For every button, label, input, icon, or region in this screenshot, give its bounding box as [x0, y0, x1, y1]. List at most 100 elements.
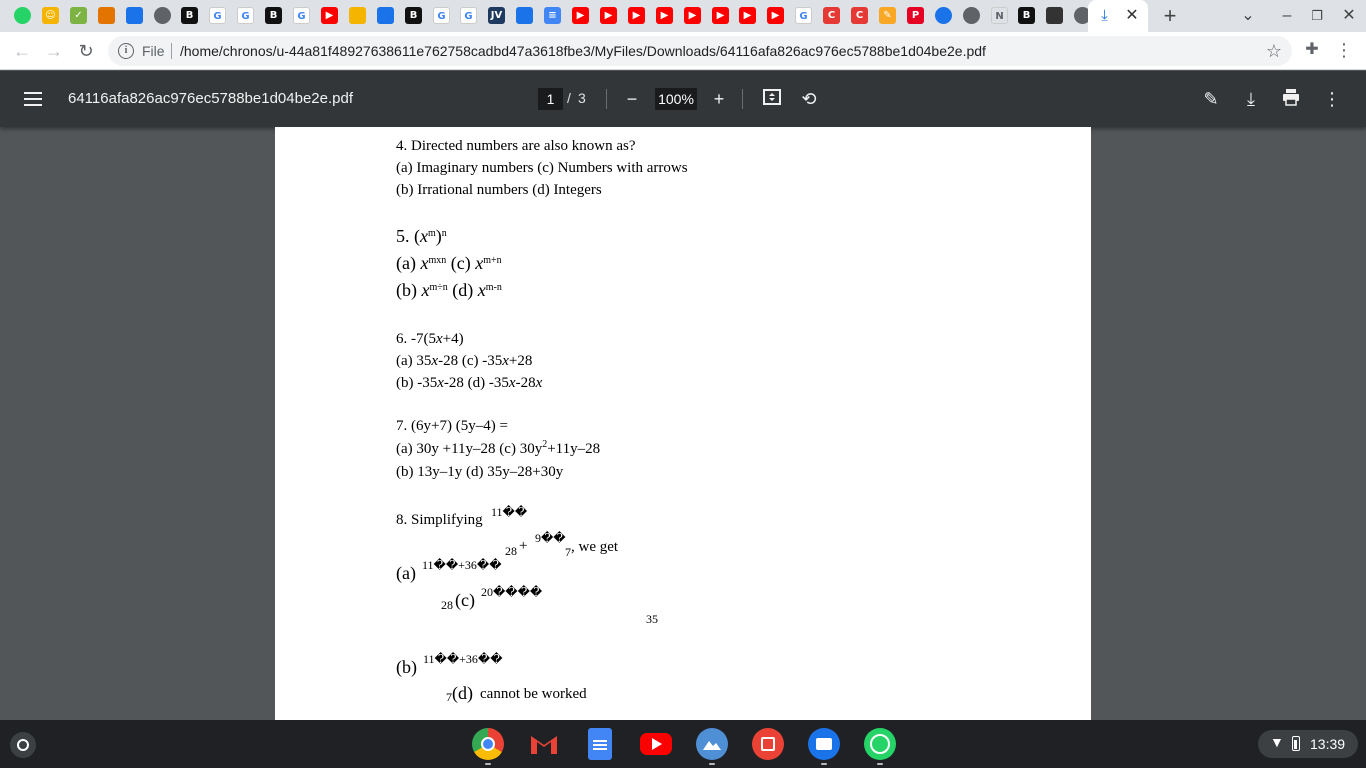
question-8-option-d-label: (d)	[452, 683, 473, 703]
jv-icon[interactable]: JV	[488, 7, 505, 24]
google-icon[interactable]: G	[237, 7, 254, 24]
more-options-icon[interactable]: ⋮	[1320, 87, 1344, 111]
whatsapp-icon[interactable]	[14, 7, 31, 24]
minimize-icon[interactable]: –	[1276, 5, 1298, 27]
tab-search-icon[interactable]: ⌄	[1237, 5, 1259, 27]
bookmark-star-icon[interactable]: ☆	[1266, 41, 1282, 62]
option-b-numerator: 11��+36��	[423, 652, 503, 666]
new-tab-button[interactable]: +	[1159, 5, 1181, 27]
youtube-app-icon[interactable]	[640, 733, 672, 755]
emoji-icon[interactable]: ☺	[42, 7, 59, 24]
gallery-app-icon[interactable]	[752, 728, 784, 760]
pencil-icon[interactable]: ✎	[879, 7, 896, 24]
n-icon[interactable]: N	[991, 7, 1008, 24]
google-icon[interactable]: G	[433, 7, 450, 24]
question-7-option-b: (b) 13y–1y (d) 35y–28+30y	[396, 464, 564, 480]
zoom-out-icon[interactable]: −	[620, 87, 644, 111]
launcher-icon[interactable]	[10, 732, 36, 758]
globe-icon[interactable]	[963, 7, 980, 24]
youtube-icon[interactable]: ▶	[600, 7, 617, 24]
fraction-numerator: 9��	[535, 531, 566, 545]
youtube-icon[interactable]: ▶	[739, 7, 756, 24]
docs-app-icon[interactable]	[588, 728, 612, 760]
zoom-input[interactable]: 100%	[655, 88, 697, 110]
plus-sign: +	[519, 538, 528, 554]
fraction-numerator: 11��	[491, 505, 528, 519]
reload-icon[interactable]: ↻	[74, 39, 98, 63]
status-tray[interactable]: ▼ 13:39	[1258, 730, 1358, 758]
doc-icon[interactable]: ≡	[544, 7, 561, 24]
youtube-icon[interactable]: ▶	[684, 7, 701, 24]
url-text[interactable]: /home/chronos/u-44a81f48927638611e762758…	[180, 43, 986, 59]
option-c-numerator: 20����	[481, 585, 543, 599]
running-indicator	[821, 763, 827, 765]
profile-icon[interactable]	[349, 7, 366, 24]
youtube-icon[interactable]: ▶	[628, 7, 645, 24]
browser-toolbar: ← → ↻ i File /home/chronos/u-44a81f48927…	[0, 32, 1366, 70]
running-indicator	[877, 763, 883, 765]
b-icon[interactable]: B	[405, 7, 422, 24]
b-icon[interactable]: B	[1018, 7, 1035, 24]
google-icon[interactable]: G	[460, 7, 477, 24]
address-bar[interactable]: i File /home/chronos/u-44a81f48927638611…	[108, 36, 1292, 66]
google-icon[interactable]: G	[293, 7, 310, 24]
running-indicator	[709, 763, 715, 765]
google-icon[interactable]: G	[209, 7, 226, 24]
b-icon[interactable]: B	[265, 7, 282, 24]
back-icon[interactable]: ←	[10, 39, 34, 63]
hamburger-menu-icon[interactable]	[22, 88, 44, 110]
page-separator: /	[567, 90, 571, 106]
forward-icon[interactable]: →	[42, 39, 66, 63]
zoom-in-icon[interactable]: +	[707, 87, 731, 111]
running-indicator	[485, 763, 491, 765]
question-7: 7. (6y+7) (5y–4) =	[396, 418, 508, 434]
youtube-icon[interactable]: ▶	[321, 7, 338, 24]
youtube-icon[interactable]: ▶	[572, 7, 589, 24]
files-app-icon[interactable]	[808, 728, 840, 760]
google-icon[interactable]: G	[795, 7, 812, 24]
fraction-denominator: 28	[505, 544, 517, 558]
image-icon[interactable]	[1046, 7, 1063, 24]
pinterest-icon[interactable]: P	[907, 7, 924, 24]
address-divider	[171, 43, 172, 59]
c-icon[interactable]: C	[823, 7, 840, 24]
youtube-icon[interactable]: ▶	[712, 7, 729, 24]
question-4: 4. Directed numbers are also known as?	[396, 138, 636, 154]
gmail-app-icon[interactable]	[528, 728, 560, 760]
question-6: 6. -7(5x+4)	[396, 331, 464, 347]
compass-icon[interactable]	[935, 7, 952, 24]
check-icon[interactable]: ✓	[70, 7, 87, 24]
profile-icon[interactable]	[377, 7, 394, 24]
option-a-denominator: 28	[441, 598, 453, 612]
fit-to-page-icon[interactable]	[760, 87, 784, 111]
annotate-pencil-icon[interactable]: ✎	[1199, 87, 1223, 111]
browser-menu-icon[interactable]: ⋮	[1334, 39, 1354, 61]
question-5-option-a: (a) xmxn (c) xm+n	[396, 253, 502, 273]
option-c-denominator: 35	[646, 612, 658, 626]
globe-icon[interactable]	[154, 7, 171, 24]
question-4-option-b: (b) Irrational numbers (d) Integers	[396, 182, 602, 198]
info-icon[interactable]: i	[118, 43, 134, 59]
photos-app-icon[interactable]	[696, 728, 728, 760]
download-icon[interactable]: ⤓	[1239, 87, 1263, 111]
youtube-icon[interactable]: ▶	[767, 7, 784, 24]
whatsapp-app-icon[interactable]	[864, 728, 896, 760]
c-icon[interactable]: C	[851, 7, 868, 24]
active-tab[interactable]: ⤓ ✕	[1088, 0, 1148, 32]
question-8-option-a-label: (a)	[396, 563, 416, 583]
profile-icon[interactable]	[98, 7, 115, 24]
profile-icon[interactable]	[126, 7, 143, 24]
print-icon[interactable]	[1279, 87, 1303, 111]
close-window-icon[interactable]: ✕	[1338, 5, 1360, 27]
close-tab-icon[interactable]: ✕	[1122, 6, 1142, 26]
rotate-icon[interactable]: ⟲	[797, 87, 821, 111]
page-number-input[interactable]: 1	[538, 88, 563, 110]
image-icon[interactable]	[516, 7, 533, 24]
battery-icon	[1292, 736, 1300, 751]
chrome-app-icon[interactable]	[472, 728, 504, 760]
b-icon[interactable]: B	[181, 7, 198, 24]
option-d-text: cannot be worked	[480, 686, 587, 702]
extensions-puzzle-icon[interactable]: ✚	[1302, 40, 1322, 60]
restore-icon[interactable]: ❐	[1306, 5, 1328, 27]
youtube-icon[interactable]: ▶	[656, 7, 673, 24]
